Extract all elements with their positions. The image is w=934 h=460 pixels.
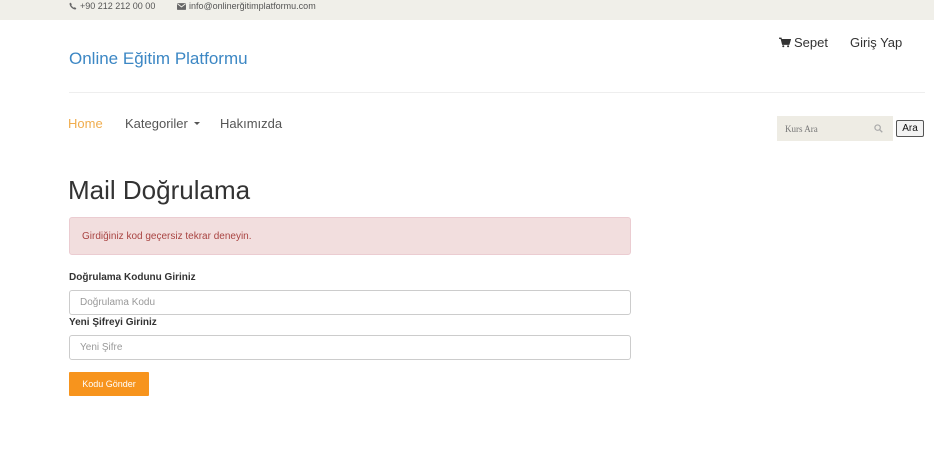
nav-item-label: Kategoriler bbox=[125, 116, 188, 131]
contact-phone: +90 212 212 00 00 bbox=[69, 0, 155, 12]
phone-text: +90 212 212 00 00 bbox=[80, 1, 156, 11]
password-field-label: Yeni Şifreyi Giriniz bbox=[69, 317, 157, 328]
alert-text: Girdiğiniz kod geçersiz tekrar deneyin. bbox=[82, 231, 252, 242]
nav-item-label: Home bbox=[68, 116, 103, 131]
send-code-button[interactable]: Kodu Gönder bbox=[69, 372, 149, 396]
top-info-bar: +90 212 212 00 00 info@onlinerğitimplatf… bbox=[0, 0, 934, 20]
page-title: Mail Doğrulama bbox=[68, 175, 251, 205]
error-alert: Girdiğiniz kod geçersiz tekrar deneyin. bbox=[69, 217, 631, 255]
nav-item-kategoriler[interactable]: Kategoriler bbox=[125, 116, 200, 131]
login-label: Giriş Yap bbox=[850, 35, 903, 50]
header-divider bbox=[69, 92, 925, 93]
login-link[interactable]: Giriş Yap bbox=[850, 35, 902, 50]
cart-icon bbox=[779, 37, 791, 48]
new-password-input[interactable] bbox=[69, 335, 631, 360]
email-text: info@onlinerğitimplatformu.com bbox=[189, 1, 316, 11]
caret-down-icon bbox=[193, 122, 200, 125]
brand-link[interactable]: Online Eğitim Platformu bbox=[69, 49, 248, 69]
search-button[interactable]: Ara bbox=[896, 120, 924, 137]
nav-item-hakkimizda[interactable]: Hakımızda bbox=[220, 116, 282, 131]
code-field-label: Doğrulama Kodunu Giriniz bbox=[69, 272, 196, 283]
nav-item-home[interactable]: Home bbox=[68, 116, 103, 131]
envelope-icon bbox=[177, 2, 186, 10]
search-box bbox=[777, 116, 893, 141]
verification-code-input[interactable] bbox=[69, 290, 631, 315]
cart-link[interactable]: Sepet bbox=[779, 35, 828, 50]
nav-item-label: Hakımızda bbox=[220, 116, 283, 131]
cart-label: Sepet bbox=[794, 35, 828, 50]
search-icon bbox=[874, 124, 883, 133]
phone-icon bbox=[69, 2, 77, 10]
contact-email: info@onlinerğitimplatformu.com bbox=[177, 0, 316, 12]
